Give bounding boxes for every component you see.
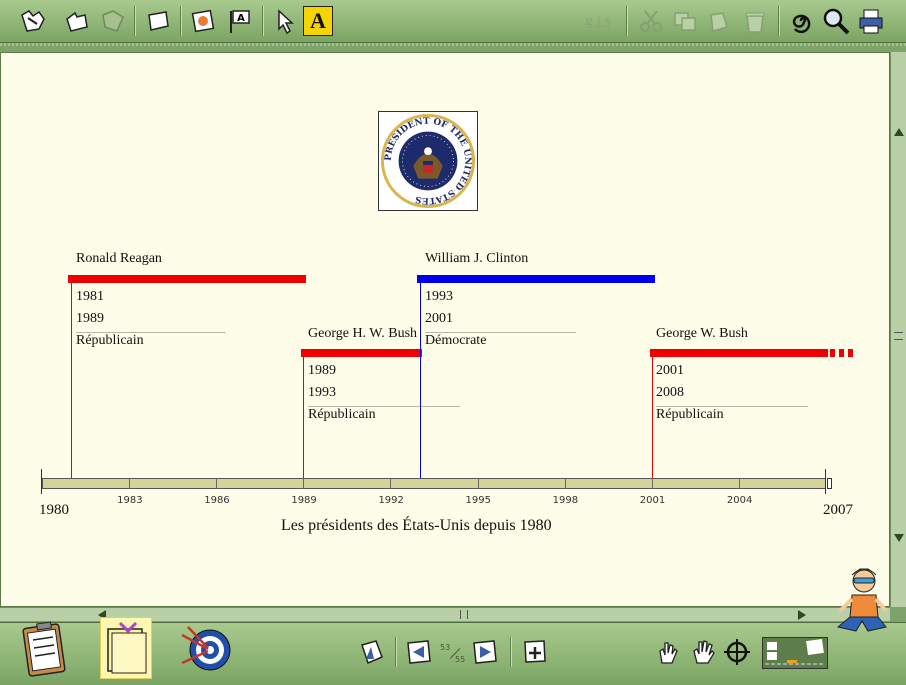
event-bar-continuation [830, 349, 856, 357]
event-end: 2001 [425, 311, 453, 326]
select-hand-icon[interactable] [652, 637, 682, 667]
axis-start-cap [41, 469, 42, 494]
scroll-down-icon[interactable] [894, 534, 904, 542]
event-bar [68, 275, 306, 283]
axis-start-label: 1980 [39, 502, 69, 518]
axis-tick-mark [738, 478, 740, 489]
event-party: Républicain [308, 407, 376, 422]
event-start: 1989 [308, 363, 336, 378]
axis-tick-mark [477, 478, 479, 489]
copy-icon[interactable] [670, 6, 700, 36]
axis-tick-label: 2001 [639, 495, 666, 506]
page-total: 55 [455, 655, 466, 664]
timeline-canvas[interactable]: PRESIDENT OF THE UNITED STATES Ronald Re… [0, 52, 890, 607]
notes-icon[interactable] [100, 617, 152, 679]
vertical-scrollbar[interactable] [890, 52, 906, 607]
draw-tool-icon[interactable] [18, 6, 48, 36]
event-start: 1981 [76, 289, 104, 304]
presidential-seal: PRESIDENT OF THE UNITED STATES [378, 111, 478, 211]
page-indicator: 53 55 [438, 641, 468, 669]
bottom-toolbar: 53 55 [0, 568, 906, 685]
target-icon[interactable] [178, 623, 232, 677]
event-name: George H. W. Bush [308, 326, 418, 341]
print-icon[interactable] [856, 6, 886, 36]
note-icon[interactable] [143, 6, 173, 36]
axis-tick-mark [390, 478, 392, 489]
prev-page-icon[interactable] [404, 637, 434, 667]
axis-tick-label: 1983 [117, 495, 143, 506]
event-line [420, 283, 421, 478]
text-tool-label: A [310, 8, 326, 33]
axis-tick-mark [129, 478, 131, 489]
event-line [71, 283, 72, 478]
overview-icon[interactable] [762, 637, 828, 669]
axis-end-label: 2007 [823, 502, 853, 518]
event-line [652, 357, 653, 478]
top-toolbar: A A g i s [0, 0, 906, 43]
axis-tick-label: 2004 [726, 495, 753, 506]
text-tool-icon[interactable]: A [303, 6, 333, 36]
crosshair-icon[interactable] [722, 637, 752, 667]
character-icon[interactable] [832, 565, 892, 645]
trash-icon[interactable] [740, 6, 770, 36]
grab-hand-icon[interactable] [688, 637, 718, 667]
add-page-icon[interactable] [520, 637, 550, 667]
event-end: 2008 [656, 385, 684, 400]
event-bar [301, 349, 422, 357]
page-current: 53 [440, 643, 451, 652]
paste-icon[interactable] [704, 6, 734, 36]
event-bar [417, 275, 655, 283]
pointer-icon[interactable] [270, 6, 300, 36]
axis-tick-label: 1989 [291, 495, 317, 506]
event-name: George W. Bush [656, 326, 748, 341]
event-line [303, 357, 304, 478]
timeline-caption: Les présidents des États-Unis depuis 198… [281, 517, 552, 534]
shape-tool-icon[interactable] [62, 6, 92, 36]
cut-icon[interactable] [636, 6, 666, 36]
axis-tick-mark [303, 478, 305, 489]
scroll-thumb-grip[interactable] [894, 332, 903, 340]
axis-end-marker[interactable] [827, 478, 832, 489]
toolbar-stripe [0, 43, 906, 46]
timeline-axis[interactable] [42, 478, 826, 489]
back-icon[interactable] [356, 637, 386, 667]
event-end: 1989 [76, 311, 104, 326]
ungroup-icon[interactable] [98, 6, 128, 36]
search-icon[interactable] [821, 6, 851, 36]
picture-icon[interactable] [188, 6, 218, 36]
axis-tick-mark [564, 478, 566, 489]
event-end: 1993 [308, 385, 336, 400]
checklist-icon[interactable] [20, 619, 70, 679]
next-page-icon[interactable] [470, 637, 500, 667]
scroll-up-icon[interactable] [894, 128, 904, 136]
axis-tick-mark [216, 478, 218, 489]
event-bar [650, 349, 828, 357]
axis-tick-label: 1998 [552, 495, 579, 506]
event-start: 1993 [425, 289, 453, 304]
text-style-icon[interactable]: g i s [578, 6, 618, 36]
event-start: 2001 [656, 363, 684, 378]
event-name: William J. Clinton [425, 251, 529, 266]
axis-end-cap [825, 469, 826, 494]
text-style-label: g i s [585, 12, 611, 29]
axis-tick-label: 1986 [204, 495, 230, 506]
event-name: Ronald Reagan [76, 251, 162, 266]
axis-tick-label: 1995 [465, 495, 491, 506]
scroll-right-icon[interactable] [798, 610, 806, 620]
svg-text:A: A [237, 13, 245, 24]
scroll-thumb-grip[interactable] [460, 610, 468, 619]
axis-tick-mark [651, 478, 653, 489]
label-tool-icon[interactable]: A [224, 6, 254, 36]
event-party: Républicain [656, 407, 724, 422]
event-party: Démocrate [425, 333, 487, 348]
axis-tick-label: 1992 [378, 495, 404, 506]
spiral-icon[interactable] [786, 6, 816, 36]
event-party: Républicain [76, 333, 144, 348]
